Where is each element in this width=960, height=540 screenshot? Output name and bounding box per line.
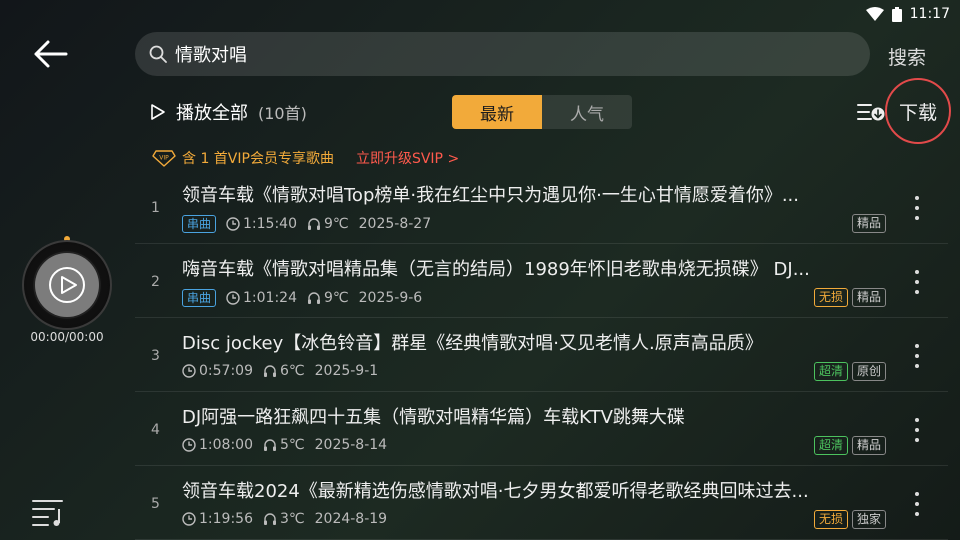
song-title: DJ阿强一路狂飙四十五集（情歌对唱精华篇）车载KTV跳舞大碟 <box>182 407 685 428</box>
status-badge: 超清 <box>813 362 848 381</box>
vip-notice: VIP 含 1 首VIP会员专享歌曲 立即升级SVIP > <box>152 148 459 168</box>
wifi-icon <box>865 7 884 21</box>
song-date: 2025-9-6 <box>358 290 423 306</box>
headphones-icon <box>308 218 320 230</box>
toolbar: 播放全部 (10首) 最新 人气 下载 <box>150 78 951 144</box>
status-bar: 11:17 <box>865 4 950 24</box>
song-title: Disc jockey【冰色铃音】群星《经典情歌对唱·又见老情人.原声高品质》 <box>182 333 763 354</box>
song-temp: 3℃ <box>279 511 305 527</box>
song-badges: 精品 <box>851 214 886 233</box>
headphones-icon <box>263 513 276 525</box>
song-title: 领音车载2024《最新精选伤感情歌对唱·七夕男女都爱听得老歌经典回味过去... <box>182 481 809 502</box>
download-button[interactable]: 下载 <box>885 78 951 144</box>
clock-icon <box>226 291 240 305</box>
status-badge: 原创 <box>851 362 886 381</box>
song-meta: 1:08:00 5℃ 2025-8-14 <box>182 437 387 453</box>
song-duration: 1:01:24 <box>243 290 297 306</box>
more-options-button[interactable] <box>908 342 926 370</box>
series-tag: 串曲 <box>182 215 217 233</box>
song-temp: 9℃ <box>324 216 349 232</box>
more-options-button[interactable] <box>908 416 926 444</box>
play-icon <box>49 267 85 303</box>
song-date: 2024-8-19 <box>314 511 388 527</box>
song-meta: 1:19:56 3℃ 2024-8-19 <box>182 511 387 527</box>
song-badges: 超清 精品 <box>813 436 886 455</box>
song-list: 1 领音车载《情歌对唱Top榜单·我在红尘中只为遇见你·一生心甘情愿爱着你》..… <box>135 170 948 540</box>
song-date: 2025-8-14 <box>314 437 388 453</box>
song-badges: 超清 原创 <box>813 362 886 381</box>
song-title: 领音车载《情歌对唱Top榜单·我在红尘中只为遇见你·一生心甘情愿爱着你》... <box>182 185 799 206</box>
status-badge: 无损 <box>813 510 848 529</box>
play-icon <box>151 104 165 120</box>
list-item[interactable]: 3 Disc jockey【冰色铃音】群星《经典情歌对唱·又见老情人.原声高品质… <box>135 318 948 392</box>
song-date: 2025-9-1 <box>314 363 379 379</box>
search-icon <box>149 45 167 63</box>
song-badges: 无损 独家 <box>813 510 886 529</box>
headphones-icon <box>263 439 276 451</box>
song-title: 嗨音车载《情歌对唱精品集（无言的结局）1989年怀旧老歌串烧无损碟》 DJ... <box>182 259 810 280</box>
song-duration: 0:57:09 <box>199 363 253 379</box>
song-badges: 无损 精品 <box>813 288 886 307</box>
vip-upgrade-link[interactable]: 立即升级SVIP > <box>356 148 459 168</box>
list-item[interactable]: 4 DJ阿强一路狂飙四十五集（情歌对唱精华篇）车载KTV跳舞大碟 1:08:00… <box>135 392 948 466</box>
song-duration: 1:08:00 <box>199 437 253 453</box>
list-item[interactable]: 1 领音车载《情歌对唱Top榜单·我在红尘中只为遇见你·一生心甘情愿爱着你》..… <box>135 170 948 244</box>
song-date: 2025-8-27 <box>358 216 432 232</box>
search-input[interactable] <box>175 43 835 65</box>
song-meta: 0:57:09 6℃ 2025-9-1 <box>182 363 378 379</box>
clock-icon <box>226 217 240 231</box>
song-duration: 1:19:56 <box>199 511 253 527</box>
more-options-button[interactable] <box>908 490 926 518</box>
player-time: 00:00/00:00 <box>30 330 104 344</box>
song-index: 3 <box>151 348 160 364</box>
song-meta: 串曲 1:15:40 9℃ 2025-8-27 <box>182 215 431 233</box>
status-badge: 超清 <box>813 436 848 455</box>
status-badge: 精品 <box>851 214 886 233</box>
status-badge: 精品 <box>851 288 886 307</box>
song-index: 4 <box>151 422 160 438</box>
tab-newest[interactable]: 最新 <box>452 95 542 129</box>
status-time: 11:17 <box>909 6 950 22</box>
disc-center <box>35 253 99 317</box>
player-disc[interactable] <box>22 240 112 330</box>
more-options-button[interactable] <box>908 268 926 296</box>
list-download-icon[interactable] <box>857 101 885 123</box>
list-item[interactable]: 2 嗨音车载《情歌对唱精品集（无言的结局）1989年怀旧老歌串烧无损碟》 DJ.… <box>135 244 948 318</box>
svg-text:VIP: VIP <box>159 155 169 162</box>
battery-icon <box>891 6 902 22</box>
back-arrow-icon[interactable] <box>32 38 68 70</box>
song-temp: 9℃ <box>324 290 349 306</box>
play-all-label: 播放全部 <box>176 103 248 124</box>
more-options-button[interactable] <box>908 194 926 222</box>
clock-icon <box>182 512 196 526</box>
playlist-icon[interactable] <box>32 497 66 527</box>
song-duration: 1:15:40 <box>243 216 297 232</box>
song-temp: 6℃ <box>279 363 305 379</box>
vip-diamond-icon: VIP <box>152 150 176 167</box>
song-count: (10首) <box>258 104 307 123</box>
list-item[interactable]: 5 领音车载2024《最新精选伤感情歌对唱·七夕男女都爱听得老歌经典回味过去..… <box>135 466 948 540</box>
clock-icon <box>182 438 196 452</box>
song-index: 2 <box>151 274 160 290</box>
status-badge: 精品 <box>851 436 886 455</box>
clock-icon <box>182 364 196 378</box>
song-temp: 5℃ <box>279 437 305 453</box>
song-index: 5 <box>151 496 160 512</box>
sort-tabs: 最新 人气 <box>452 95 632 129</box>
vip-text: 含 1 首VIP会员专享歌曲 <box>182 151 334 167</box>
search-bar[interactable] <box>135 32 870 76</box>
status-badge: 无损 <box>813 288 848 307</box>
play-all-button[interactable]: 播放全部 (10首) <box>150 99 307 125</box>
series-tag: 串曲 <box>182 289 217 307</box>
tab-popular[interactable]: 人气 <box>542 95 632 129</box>
status-badge: 独家 <box>851 510 886 529</box>
headphones-icon <box>308 292 320 304</box>
song-meta: 串曲 1:01:24 9℃ 2025-9-6 <box>182 289 422 307</box>
headphones-icon <box>263 365 276 377</box>
search-button[interactable]: 搜索 <box>888 43 926 70</box>
song-index: 1 <box>151 200 160 216</box>
